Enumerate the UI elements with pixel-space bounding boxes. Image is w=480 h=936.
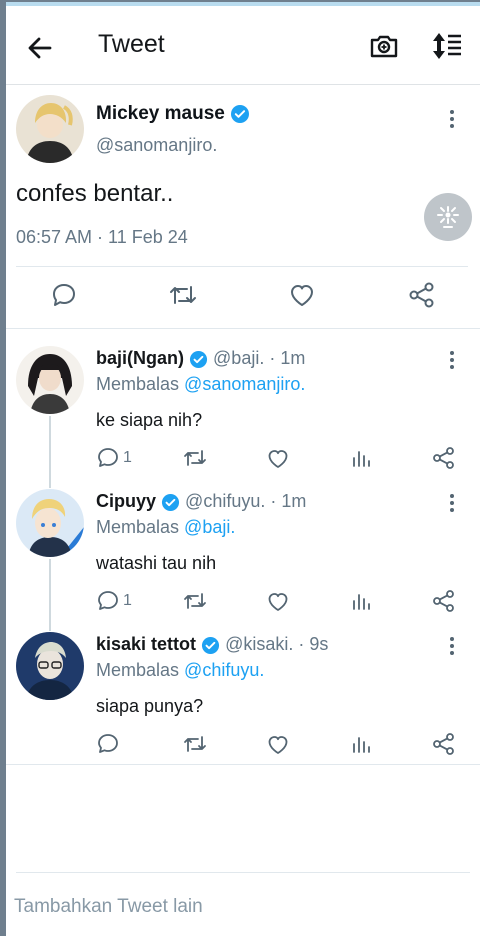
divider [6, 764, 480, 765]
author-name[interactable]: kisaki tettot [96, 634, 196, 654]
mention-link[interactable]: @baji. [184, 517, 235, 537]
reply-count: 1 [123, 449, 132, 466]
analytics-icon[interactable] [350, 446, 372, 470]
retweet-icon[interactable] [182, 589, 208, 613]
avatar[interactable] [16, 346, 84, 414]
reply-icon[interactable] [96, 732, 120, 756]
retweet-icon[interactable] [182, 446, 208, 470]
replying-to: Membalas @baji. [96, 517, 235, 538]
avatar[interactable] [16, 632, 84, 700]
reply-tweet[interactable]: kisaki tettot @kisaki. · 9s Membalas @ch… [6, 632, 480, 772]
author-name[interactable]: Cipuyy [96, 491, 156, 511]
author-name-text: Mickey mause [96, 103, 225, 124]
verified-badge-icon [189, 350, 208, 368]
reply-header: baji(Ngan) @baji. · 1m [96, 348, 305, 369]
replying-prefix: Membalas [96, 660, 180, 680]
top-bar: Tweet [6, 6, 480, 85]
more-options-icon[interactable] [442, 107, 462, 131]
reply-icon[interactable] [96, 446, 120, 470]
author-handle[interactable]: @baji. [213, 348, 264, 368]
sort-icon[interactable] [430, 30, 464, 62]
retweet-icon[interactable] [168, 281, 198, 309]
analytics-icon[interactable] [350, 732, 372, 756]
replying-to: Membalas @sanomanjiro. [96, 374, 305, 395]
like-icon[interactable] [266, 446, 290, 470]
author-name[interactable]: Mickey mause [96, 103, 250, 125]
add-tweet-input[interactable]: Tambahkan Tweet lain [14, 896, 203, 918]
more-options-icon[interactable] [442, 348, 462, 372]
verified-badge-icon [161, 493, 180, 511]
reply-tweet[interactable]: Cipuyy @chifuyu. · 1m Membalas @baji. wa… [6, 489, 480, 631]
replying-prefix: Membalas [96, 517, 180, 537]
share-icon[interactable] [432, 446, 456, 470]
avatar[interactable] [16, 489, 84, 557]
reply-icon[interactable] [96, 589, 120, 613]
thread-line [49, 559, 51, 631]
retweet-icon[interactable] [182, 732, 208, 756]
tweet-text: confes bentar.. [16, 180, 174, 207]
share-icon[interactable] [432, 589, 456, 613]
reply-actions: 1 [96, 446, 466, 472]
tweet-timestamp[interactable]: 06:57 AM · 11 Feb 24 [16, 227, 188, 248]
tweet-actions [6, 281, 480, 315]
sparkle-icon [437, 206, 459, 228]
author-handle[interactable]: @chifuyu. [185, 491, 265, 511]
analytics-icon[interactable] [350, 589, 372, 613]
reply-time: · 1m [270, 491, 307, 511]
floating-action-button[interactable] [424, 193, 472, 241]
author-name[interactable]: baji(Ngan) [96, 348, 184, 368]
camera-icon[interactable] [368, 30, 400, 62]
divider [16, 872, 470, 873]
reply-header: Cipuyy @chifuyu. · 1m [96, 491, 306, 512]
more-options-icon[interactable] [442, 634, 462, 658]
more-options-icon[interactable] [442, 491, 462, 515]
reply-tweet[interactable]: baji(Ngan) @baji. · 1m Membalas @sanoman… [6, 346, 480, 488]
replying-to: Membalas @chifuyu. [96, 660, 264, 681]
verified-badge-icon [201, 636, 220, 654]
like-icon[interactable] [288, 281, 316, 309]
reply-count: 1 [123, 592, 132, 609]
author-handle[interactable]: @sanomanjiro. [96, 135, 217, 156]
page-title: Tweet [98, 30, 165, 58]
divider [16, 266, 468, 267]
reply-text: watashi tau nih [96, 553, 217, 573]
divider [6, 328, 480, 329]
main-tweet: Mickey mause @sanomanjiro. confes bentar… [6, 85, 480, 329]
tweet-page: Tweet Mickey mause @sanomanjiro. confes … [6, 2, 480, 936]
reply-header: kisaki tettot @kisaki. · 9s [96, 634, 328, 655]
verified-badge-icon [231, 104, 250, 123]
reply-text: ke siapa nih? [96, 410, 203, 430]
avatar[interactable] [16, 95, 84, 163]
reply-text: siapa punya? [96, 696, 204, 716]
reply-time: · 9s [298, 634, 329, 654]
share-icon[interactable] [432, 732, 456, 756]
share-icon[interactable] [408, 281, 436, 309]
replying-prefix: Membalas [96, 374, 180, 394]
thread-line [49, 416, 51, 488]
reply-actions: 1 [96, 589, 466, 615]
like-icon[interactable] [266, 589, 290, 613]
reply-actions [96, 732, 466, 758]
like-icon[interactable] [266, 732, 290, 756]
reply-icon[interactable] [50, 281, 78, 309]
back-arrow-icon[interactable] [24, 32, 56, 64]
mention-link[interactable]: @chifuyu. [184, 660, 264, 680]
reply-time: · 1m [269, 348, 306, 368]
author-handle[interactable]: @kisaki. [225, 634, 293, 654]
mention-link[interactable]: @sanomanjiro. [184, 374, 305, 394]
